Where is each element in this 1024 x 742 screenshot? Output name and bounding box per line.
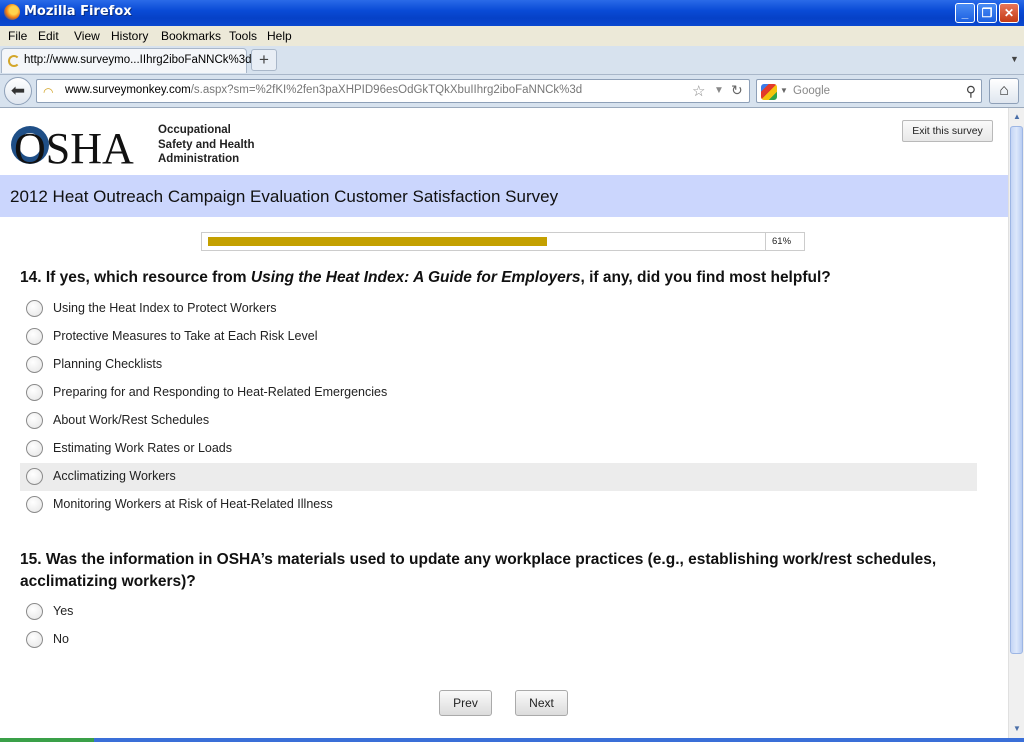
menu-help[interactable]: Help bbox=[267, 29, 292, 43]
scroll-up-icon[interactable]: ▲ bbox=[1010, 110, 1024, 124]
search-icon[interactable]: ⚲ bbox=[966, 83, 976, 100]
menu-view[interactable]: View bbox=[74, 29, 100, 43]
radio-button[interactable] bbox=[26, 496, 43, 513]
next-button[interactable]: Next bbox=[515, 690, 568, 716]
back-button[interactable]: ⬅ bbox=[4, 77, 32, 105]
q14-option[interactable]: Planning Checklists bbox=[20, 351, 977, 379]
tab-list-dropdown-icon[interactable]: ▼ bbox=[1010, 54, 1019, 64]
survey-title: 2012 Heat Outreach Campaign Evaluation C… bbox=[10, 187, 559, 206]
menu-bar: File Edit View History Bookmarks Tools H… bbox=[0, 26, 1024, 46]
progress-fill bbox=[208, 237, 548, 246]
question-15: 15. Was the information in OSHA’s materi… bbox=[20, 551, 937, 590]
radio-button[interactable] bbox=[26, 603, 43, 620]
q14-option[interactable]: Monitoring Workers at Risk of Heat-Relat… bbox=[20, 491, 977, 519]
radio-button[interactable] bbox=[26, 384, 43, 401]
radio-button[interactable] bbox=[26, 631, 43, 648]
address-bar[interactable]: ◠ www.surveymonkey.com/s.aspx?sm=%2fKI%2… bbox=[36, 79, 750, 103]
q14-option[interactable]: Preparing for and Responding to Heat-Rel… bbox=[20, 379, 977, 407]
menu-bookmarks[interactable]: Bookmarks bbox=[161, 29, 221, 43]
radio-button[interactable] bbox=[26, 468, 43, 485]
search-placeholder: Google bbox=[793, 85, 831, 97]
maximize-button[interactable]: ❐ bbox=[977, 3, 997, 23]
taskbar-strip bbox=[0, 738, 1024, 742]
page-content: OSHA Occupational Safety and Health Admi… bbox=[0, 108, 1008, 738]
radio-button[interactable] bbox=[26, 328, 43, 345]
tab-bar: http://www.surveymo...IIhrg2iboFaNNCk%3d… bbox=[0, 46, 1024, 75]
menu-file[interactable]: File bbox=[8, 29, 27, 43]
exit-survey-button[interactable]: Exit this survey bbox=[902, 120, 993, 142]
agency-name: Occupational Safety and Health Administr… bbox=[158, 124, 255, 165]
menu-tools[interactable]: Tools bbox=[229, 29, 257, 43]
engine-dropdown-icon[interactable]: ▼ bbox=[780, 86, 788, 95]
tab-survey[interactable]: http://www.surveymo...IIhrg2iboFaNNCk%3d bbox=[1, 48, 252, 73]
menu-history[interactable]: History bbox=[111, 29, 148, 43]
progress-bar: 61% bbox=[201, 232, 805, 251]
progress-percent: 61% bbox=[772, 236, 792, 247]
firefox-icon bbox=[4, 4, 20, 20]
q14-option[interactable]: Protective Measures to Take at Each Risk… bbox=[20, 323, 977, 351]
site-identity-icon[interactable]: ◠ bbox=[43, 85, 57, 99]
q14-option-hovered[interactable]: Acclimatizing Workers bbox=[20, 463, 977, 491]
window-titlebar: Mozilla Firefox _ ❐ ✕ bbox=[0, 0, 1024, 26]
navigation-toolbar: ⬅ ◠ www.surveymonkey.com/s.aspx?sm=%2fKI… bbox=[0, 75, 1024, 108]
google-engine-icon[interactable] bbox=[761, 84, 777, 100]
scroll-down-icon[interactable]: ▼ bbox=[1010, 722, 1024, 736]
logo-text: OSHA bbox=[14, 124, 134, 168]
osha-logo: OSHA bbox=[11, 124, 134, 168]
address-url: www.surveymonkey.com/s.aspx?sm=%2fKI%2fe… bbox=[65, 84, 583, 96]
q15-option-yes[interactable]: Yes bbox=[20, 598, 977, 626]
radio-button[interactable] bbox=[26, 440, 43, 457]
prev-button[interactable]: Prev bbox=[439, 690, 492, 716]
radio-button[interactable] bbox=[26, 300, 43, 317]
menu-edit[interactable]: Edit bbox=[38, 29, 59, 43]
survey-title-banner: 2012 Heat Outreach Campaign Evaluation C… bbox=[0, 175, 1008, 217]
loading-icon bbox=[8, 55, 20, 67]
scroll-thumb[interactable] bbox=[1010, 126, 1023, 654]
vertical-scrollbar[interactable]: ▲ ▼ bbox=[1008, 108, 1024, 738]
q14-option[interactable]: Estimating Work Rates or Loads bbox=[20, 435, 977, 463]
new-tab-button[interactable]: + bbox=[251, 49, 277, 71]
radio-button[interactable] bbox=[26, 412, 43, 429]
search-bar[interactable]: ▼ Google ⚲ bbox=[756, 79, 982, 103]
q15-option-no[interactable]: No bbox=[20, 626, 977, 654]
question-14: 14. If yes, which resource from Using th… bbox=[20, 269, 831, 286]
window-title: Mozilla Firefox bbox=[24, 4, 132, 19]
close-button[interactable]: ✕ bbox=[999, 3, 1019, 23]
history-dropdown-icon[interactable]: ▼ bbox=[714, 85, 724, 96]
q14-option[interactable]: About Work/Rest Schedules bbox=[20, 407, 977, 435]
bookmark-star-icon[interactable]: ☆ bbox=[692, 82, 705, 100]
radio-button[interactable] bbox=[26, 356, 43, 373]
reload-icon[interactable]: ↻ bbox=[731, 82, 743, 99]
minimize-button[interactable]: _ bbox=[955, 3, 975, 23]
home-button[interactable]: ⌂ bbox=[989, 78, 1019, 104]
q14-option[interactable]: Using the Heat Index to Protect Workers bbox=[20, 295, 977, 323]
tab-title: http://www.surveymo...IIhrg2iboFaNNCk%3d bbox=[24, 54, 252, 66]
